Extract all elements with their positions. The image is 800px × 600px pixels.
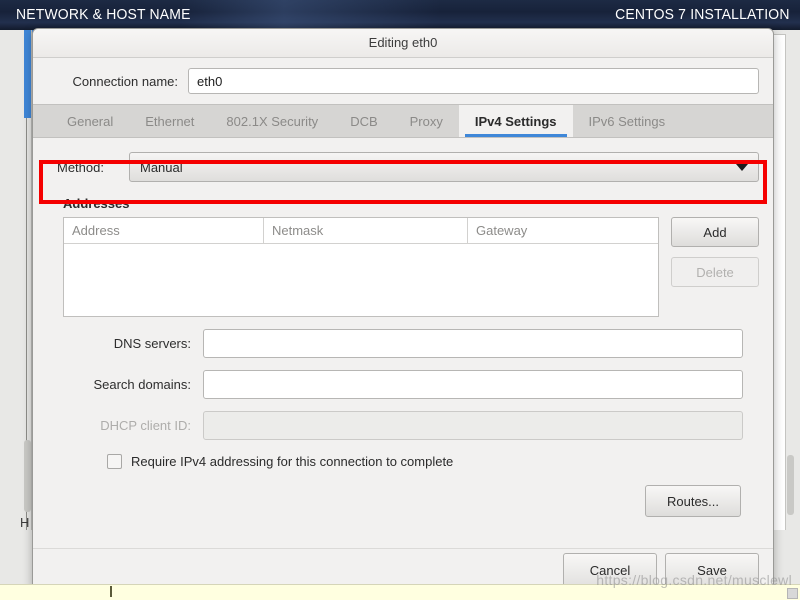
background-scrollbar-thumb[interactable] [24,440,31,512]
method-value: Manual [140,160,183,175]
dhcp-client-id-input [203,411,743,440]
tab-general[interactable]: General [51,105,129,137]
status-bar-caret [110,586,112,597]
resize-grip-icon[interactable] [787,588,798,599]
addresses-table[interactable]: Address Netmask Gateway [63,217,659,317]
dhcp-client-id-label: DHCP client ID: [63,418,203,433]
require-ipv4-checkbox[interactable] [107,454,122,469]
dialog-body: Connection name: eth0 General Ethernet 8… [33,58,773,590]
add-address-button[interactable]: Add [671,217,759,247]
connection-name-label: Connection name: [33,74,188,89]
tab-ipv4-settings[interactable]: IPv4 Settings [459,105,573,137]
dialog-titlebar: Editing eth0 [33,29,773,58]
method-row: Method: Manual [47,152,759,182]
require-ipv4-label: Require IPv4 addressing for this connect… [131,454,453,469]
background-right-scrollbar-thumb[interactable] [787,455,794,515]
method-dropdown[interactable]: Manual [129,152,759,182]
background-partial-label: H [20,515,29,530]
require-ipv4-row[interactable]: Require IPv4 addressing for this connect… [47,454,759,469]
addresses-table-header: Address Netmask Gateway [64,218,658,244]
dialog-footer: Cancel Save [33,548,773,589]
installer-header: NETWORK & HOST NAME CENTOS 7 INSTALLATIO… [0,0,800,30]
chevron-down-icon [736,164,748,171]
settings-tabbar: General Ethernet 802.1X Security DCB Pro… [33,104,773,138]
search-domains-input[interactable] [203,370,743,399]
dns-servers-label: DNS servers: [63,336,203,351]
search-domains-row: Search domains: [47,370,759,399]
save-button[interactable]: Save [665,553,759,587]
installer-product-label: CENTOS 7 INSTALLATION [616,6,790,23]
delete-address-button[interactable]: Delete [671,257,759,287]
search-domains-label: Search domains: [63,377,203,392]
tab-ipv6-settings[interactable]: IPv6 Settings [573,105,682,137]
dns-servers-row: DNS servers: [47,329,759,358]
ipv4-settings-panel: Method: Manual Addresses Address Netmask… [33,152,773,590]
installer-screen-title: NETWORK & HOST NAME [16,6,191,23]
routes-row: Routes... [47,485,759,517]
routes-button[interactable]: Routes... [645,485,741,517]
column-header-gateway: Gateway [468,218,658,243]
method-label: Method: [57,160,129,175]
dhcp-client-id-row: DHCP client ID: [47,411,759,440]
tab-proxy[interactable]: Proxy [394,105,459,137]
connection-name-row: Connection name: eth0 [33,58,773,104]
screen: NETWORK & HOST NAME CENTOS 7 INSTALLATIO… [0,0,800,600]
tab-ethernet[interactable]: Ethernet [129,105,210,137]
column-header-address: Address [64,218,264,243]
dialog-title: Editing eth0 [33,35,773,50]
connection-name-input[interactable]: eth0 [188,68,759,94]
cancel-button[interactable]: Cancel [563,553,657,587]
tab-dcb[interactable]: DCB [334,105,393,137]
tab-8021x-security[interactable]: 802.1X Security [210,105,334,137]
editing-connection-dialog: Editing eth0 Connection name: eth0 Gener… [32,28,774,590]
addresses-area: Address Netmask Gateway Add Delete [47,217,759,317]
dns-servers-input[interactable] [203,329,743,358]
column-header-netmask: Netmask [264,218,468,243]
addresses-buttons: Add Delete [671,217,759,287]
installer-status-bar [0,584,800,600]
addresses-section-title: Addresses [63,196,759,211]
addresses-table-rows [64,244,658,317]
